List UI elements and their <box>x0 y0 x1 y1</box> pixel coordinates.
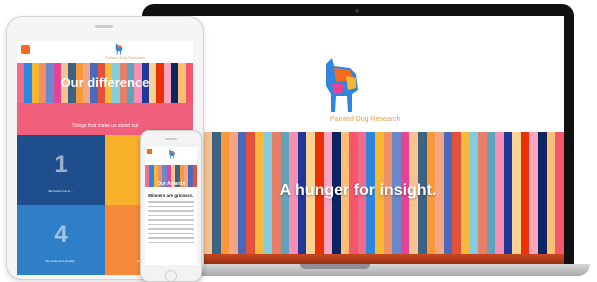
painted-dog-logo-icon <box>326 58 358 112</box>
difference-tile-1[interactable]: 1 We know how to ... <box>17 135 105 205</box>
home-button[interactable] <box>165 270 177 282</box>
phone-speaker <box>165 138 177 140</box>
tile-caption: We scale and simplify... <box>45 259 77 263</box>
camera-dot <box>355 9 359 13</box>
painted-dog-logo-icon <box>115 43 123 55</box>
laptop-screen: Painted Dog Research A hunger for insigh… <box>152 16 564 266</box>
phone-heading: Winners are grinners. <box>148 193 194 198</box>
laptop-frame: Painted Dog Research A hunger for insigh… <box>142 4 574 266</box>
tile-number: 1 <box>54 151 68 178</box>
brand-name: Painted Dog Research <box>105 55 146 60</box>
difference-tile-4[interactable]: 4 We scale and simplify... <box>17 205 105 275</box>
tablet-subheading: Things that make us stand out <box>71 123 139 129</box>
phone-frame: Our Awards Winners are grinners. <box>140 130 202 282</box>
hero-heading: A hunger for insight. <box>279 182 437 199</box>
phone-body-text <box>148 201 194 246</box>
tile-number: 4 <box>54 221 68 248</box>
tile-caption: We know how to ... <box>48 189 74 193</box>
brand-name: Painted Dog Research <box>330 116 401 123</box>
laptop-notch <box>300 264 370 269</box>
menu-logo-icon[interactable] <box>147 149 152 154</box>
painted-dog-logo-icon <box>169 149 175 159</box>
tablet-heading: Our difference <box>60 75 150 90</box>
phone-screen: Our Awards Winners are grinners. <box>145 147 197 265</box>
tablet-camera <box>95 25 113 28</box>
menu-logo-icon[interactable] <box>21 45 30 54</box>
phone-title: Our Awards <box>156 181 186 187</box>
